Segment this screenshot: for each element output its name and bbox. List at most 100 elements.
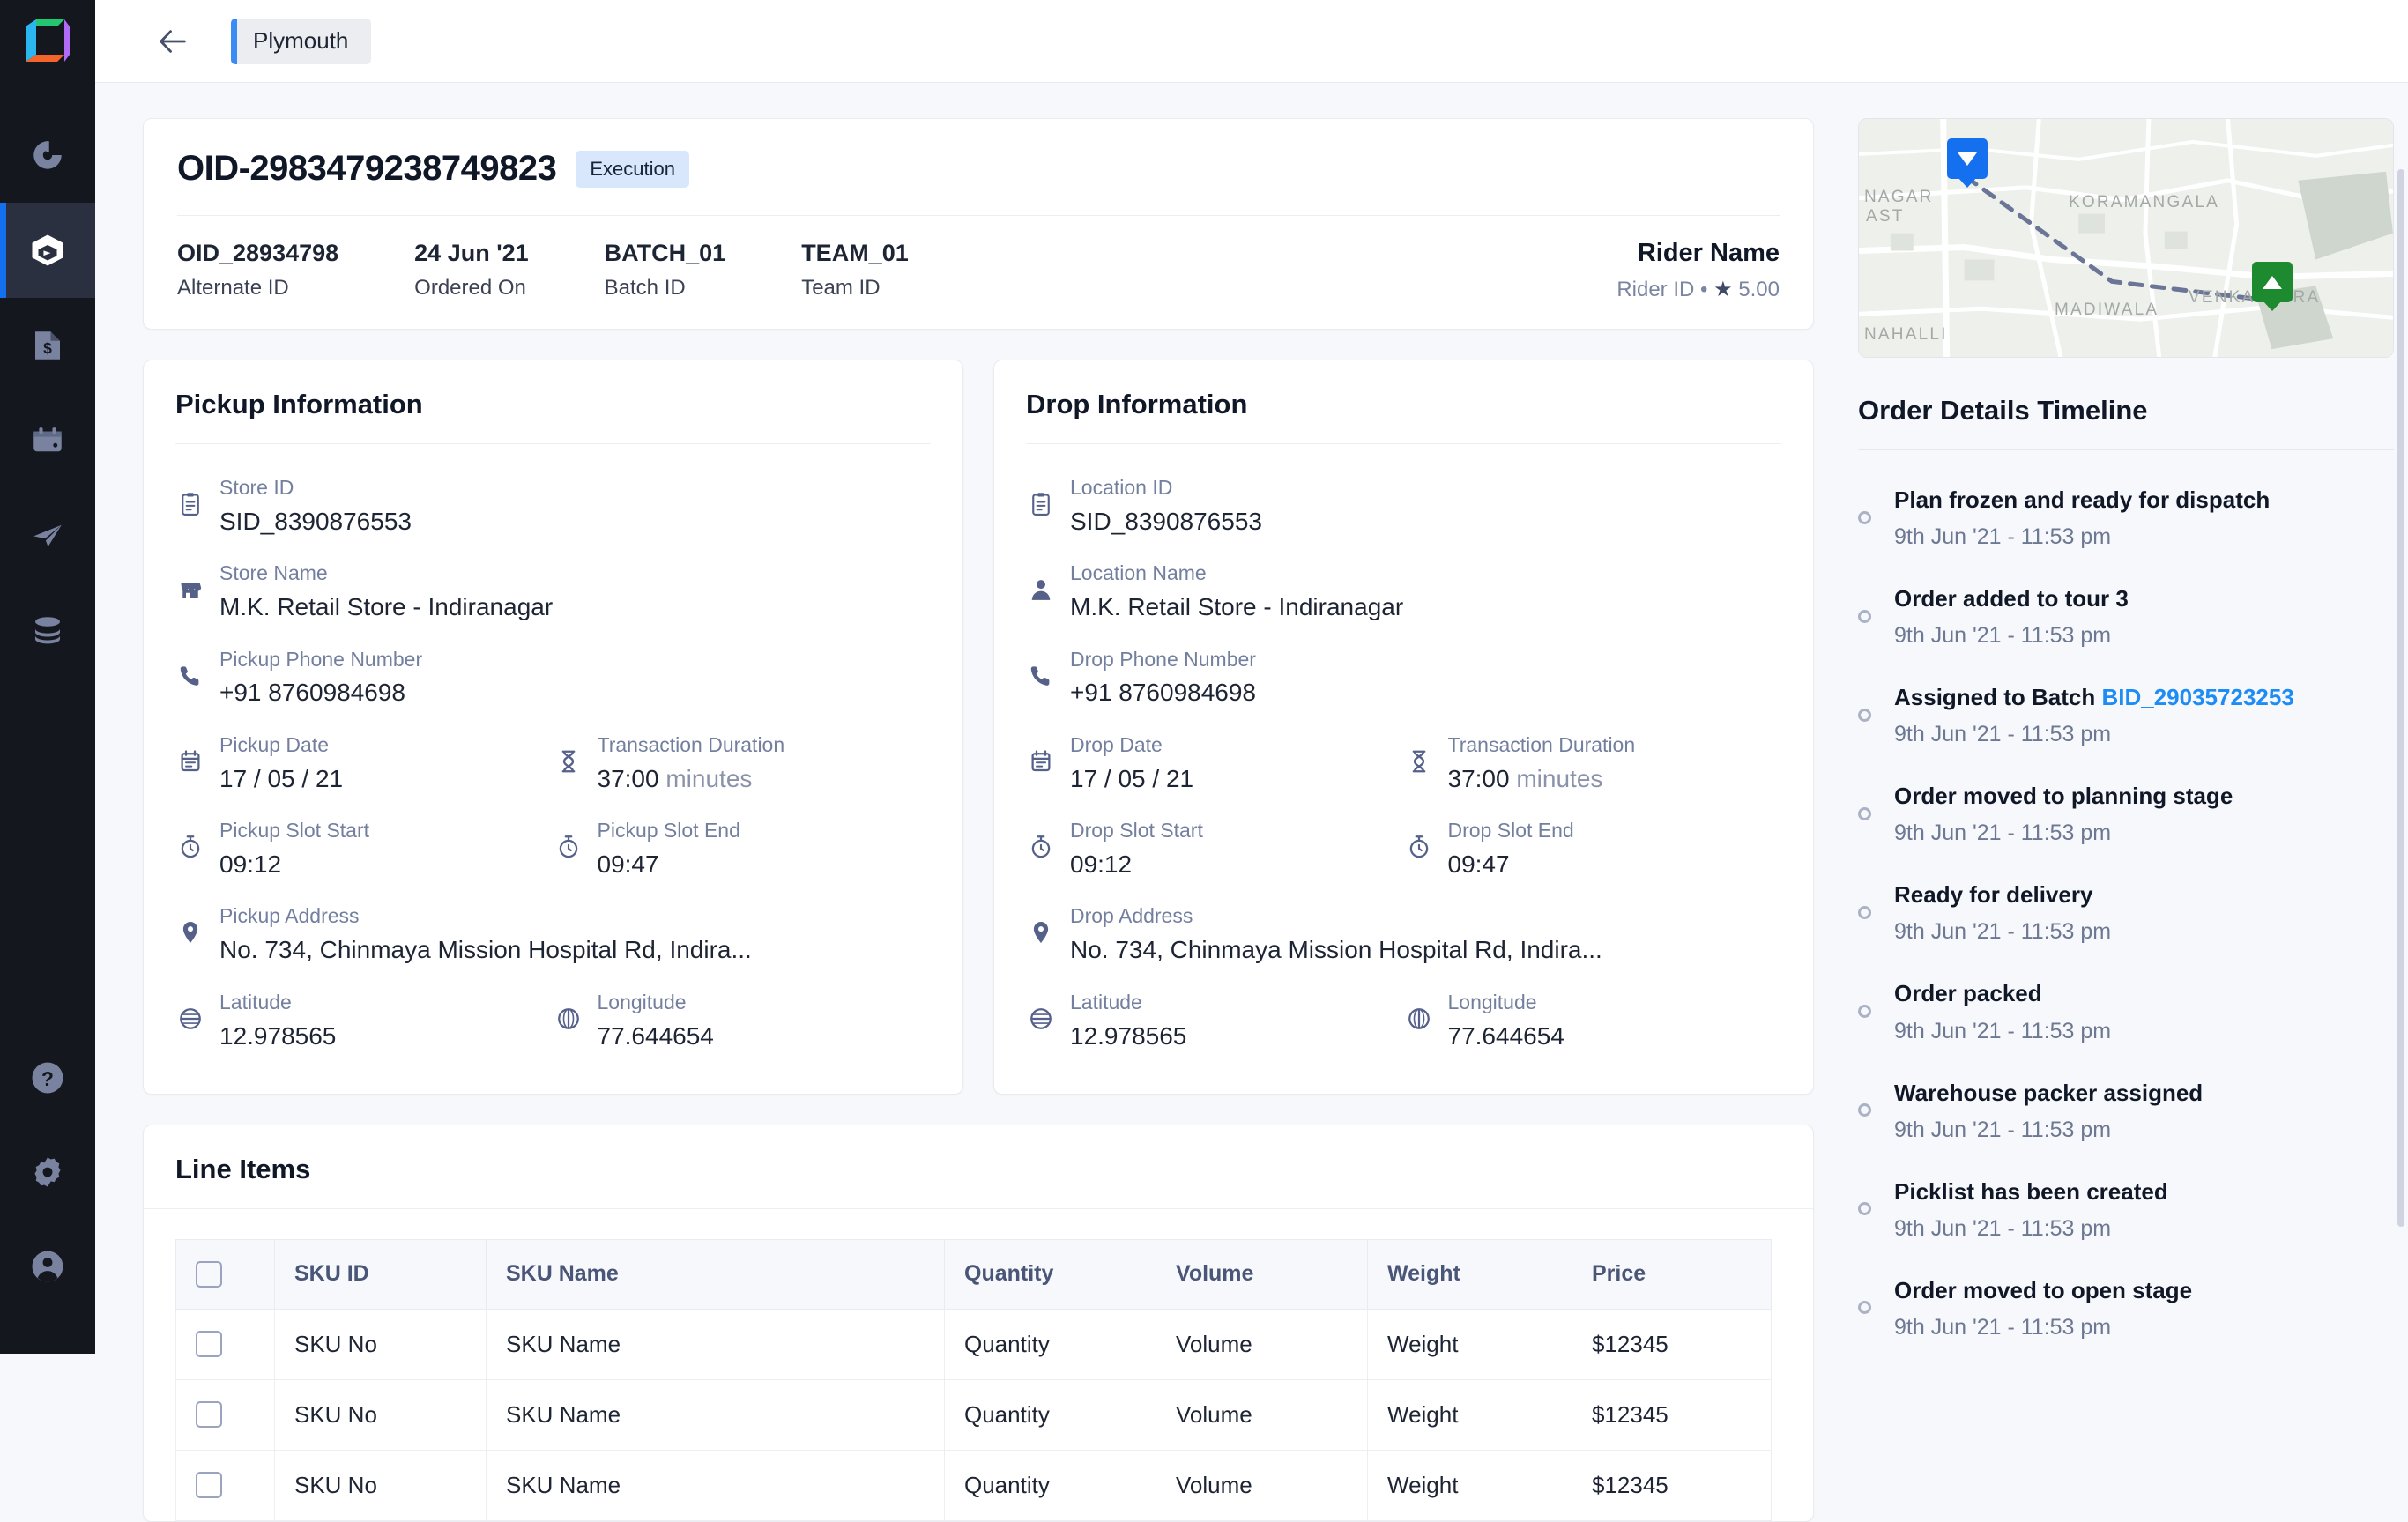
breadcrumb[interactable]: Plymouth [231, 18, 372, 64]
timeline-item[interactable]: Ready for delivery 9th Jun '21 - 11:53 p… [1858, 863, 2394, 961]
field-location-id: Location ID SID_8390876553 [1026, 464, 1781, 549]
settings-gear-icon [34, 1156, 61, 1187]
field-label: Pickup Phone Number [219, 647, 423, 671]
field-store-name: Store Name M.K. Retail Store - Indiranag… [175, 549, 931, 635]
divider [175, 443, 931, 444]
breadcrumb-accent-bar [231, 18, 237, 64]
timeline-date: 9th Jun '21 - 11:53 pm [1894, 1215, 2112, 1241]
sidebar-item-settings[interactable] [0, 1125, 95, 1219]
timeline-text: Assigned to Batch [1894, 684, 2102, 711]
table-row[interactable]: SKU No SKU Name Quantity Volume Weight $… [175, 1450, 1772, 1521]
sidebar-nav-top: $ [0, 108, 95, 679]
select-all-checkbox[interactable] [196, 1260, 222, 1288]
phone-icon [1026, 661, 1056, 691]
timeline-item[interactable]: Picklist has been created 9th Jun '21 - … [1858, 1160, 2394, 1258]
timeline-item[interactable]: Order moved to open stage 9th Jun '21 - … [1858, 1258, 2394, 1357]
sidebar-item-planning[interactable] [0, 393, 95, 488]
timeline-dot-icon [1858, 1103, 1871, 1117]
sidebar-item-account[interactable] [0, 1219, 95, 1313]
clipboard-icon [1026, 489, 1056, 519]
meta-alternate-id: OID_28934798 Alternate ID [177, 239, 338, 301]
field-label: Pickup Slot Start [219, 819, 370, 843]
col-volume[interactable]: Volume [1156, 1238, 1368, 1310]
table-row[interactable]: SKU No SKU Name Quantity Volume Weight $… [175, 1309, 1772, 1380]
timeline-date: 9th Jun '21 - 11:53 pm [1894, 1117, 2112, 1142]
info-panels: Pickup Information Store ID SID_83908765… [143, 360, 1814, 1095]
field-location-name: Location Name M.K. Retail Store - Indira… [1026, 549, 1781, 635]
cell-price: $12345 [1572, 1309, 1772, 1380]
row-checkbox[interactable] [196, 1401, 222, 1429]
row-select-cell[interactable] [175, 1309, 275, 1380]
line-items-title: Line Items [175, 1153, 311, 1184]
timeline-date: 9th Jun '21 - 11:53 pm [1894, 1018, 2112, 1043]
timeline-item[interactable]: Plan frozen and ready for dispatch 9th J… [1858, 468, 2394, 567]
calendar-icon [1026, 746, 1056, 776]
field-drop-date: Drop Date 17 / 05 / 21 [1026, 721, 1404, 806]
meta-label: Team ID [801, 275, 881, 300]
timeline-date: 9th Jun '21 - 11:53 pm [1894, 524, 2112, 550]
field-value: 09:47 [1447, 850, 1510, 879]
field-value: SID_8390876553 [1070, 507, 1262, 535]
field-label: Longitude [1447, 990, 1537, 1013]
col-sku-id[interactable]: SKU ID [274, 1238, 487, 1310]
pickup-information-panel: Pickup Information Store ID SID_83908765… [143, 360, 963, 1095]
field-label: Drop Date [1070, 732, 1163, 756]
field-value: 37:00 minutes [598, 763, 785, 795]
sidebar-item-help[interactable]: ? [0, 1030, 95, 1125]
timeline-text: Order packed [1894, 980, 2042, 1007]
timeline-item[interactable]: Order moved to planning stage 9th Jun '2… [1858, 764, 2394, 863]
row-select-cell[interactable] [175, 1379, 275, 1451]
table-row[interactable]: SKU No SKU Name Quantity Volume Weight $… [175, 1379, 1772, 1451]
field-value: 17 / 05 / 21 [219, 764, 344, 792]
sidebar-item-billing[interactable]: $ [0, 298, 95, 393]
col-price[interactable]: Price [1572, 1238, 1772, 1310]
duration-value: 37:00 [597, 764, 659, 792]
timeline-item[interactable]: Order added to tour 3 9th Jun '21 - 11:5… [1858, 567, 2394, 665]
order-meta-row: OID_28934798 Alternate ID 24 Jun '21 Ord… [177, 239, 1780, 302]
rider-rating: 5.00 [1738, 278, 1780, 301]
timeline-dot-icon [1858, 1005, 1871, 1019]
breadcrumb-label: Plymouth [253, 27, 349, 54]
sidebar-item-dashboard[interactable] [0, 108, 95, 203]
timeline-text-with-link: Assigned to Batch BID_29035723253 [1894, 682, 2294, 713]
field-value: +91 8760984698 [1070, 679, 1256, 707]
drop-pin-icon[interactable] [2252, 262, 2293, 302]
col-weight[interactable]: Weight [1367, 1238, 1572, 1310]
back-button[interactable] [152, 20, 194, 63]
cell-sku-id: SKU No [274, 1450, 487, 1521]
timeline-item[interactable]: Order packed 9th Jun '21 - 11:53 pm [1858, 961, 2394, 1060]
vertical-scrollbar[interactable] [2397, 169, 2404, 1227]
row-select-cell[interactable] [175, 1450, 275, 1521]
timeline-date: 9th Jun '21 - 11:53 pm [1894, 623, 2112, 649]
field-value: No. 734, Chinmaya Mission Hospital Rd, I… [219, 936, 752, 964]
sidebar-item-dispatch[interactable] [0, 488, 95, 583]
cell-sku-name: SKU Name [486, 1309, 945, 1380]
field-drop-transaction-duration: Transaction Duration 37:00 minutes [1404, 721, 1782, 806]
timeline-item[interactable]: Warehouse packer assigned 9th Jun '21 - … [1858, 1061, 2394, 1160]
drop-information-panel: Drop Information Location ID SID_8390876… [993, 360, 1814, 1095]
dashboard-pie-icon [33, 141, 62, 169]
pickup-pin-icon[interactable] [1947, 138, 1988, 179]
cell-weight: Weight [1367, 1309, 1572, 1380]
field-label: Store Name [219, 561, 328, 585]
app-logo[interactable] [0, 0, 95, 83]
row-checkbox[interactable] [196, 1472, 222, 1499]
cell-quantity: Quantity [944, 1450, 1156, 1521]
table-header-row: SKU ID SKU Name Quantity Volume Weight P… [175, 1238, 1772, 1310]
timeline-item[interactable]: Assigned to Batch BID_29035723253 9th Ju… [1858, 665, 2394, 764]
field-value: 77.644654 [597, 1021, 714, 1050]
sidebar-item-data[interactable] [0, 583, 95, 679]
route-map[interactable]: NAGAR AST KORAMANGALA MADIWALA VENKATPUR… [1858, 118, 2394, 358]
col-sku-name[interactable]: SKU Name [486, 1238, 945, 1310]
select-all-header[interactable] [175, 1238, 275, 1310]
drop-row-date-duration: Drop Date 17 / 05 / 21 Transaction Durat… [1026, 721, 1781, 806]
col-quantity[interactable]: Quantity [944, 1238, 1156, 1310]
field-value: 77.644654 [1447, 1021, 1564, 1050]
field-label: Transaction Duration [1447, 732, 1636, 756]
field-store-id: Store ID SID_8390876553 [175, 464, 931, 549]
batch-id-link[interactable]: BID_29035723253 [2101, 684, 2293, 710]
timeline-text: Ready for delivery [1894, 881, 2093, 909]
sidebar-item-orders[interactable] [0, 203, 95, 298]
field-label: Pickup Address [219, 904, 360, 928]
cell-quantity: Quantity [944, 1379, 1156, 1451]
